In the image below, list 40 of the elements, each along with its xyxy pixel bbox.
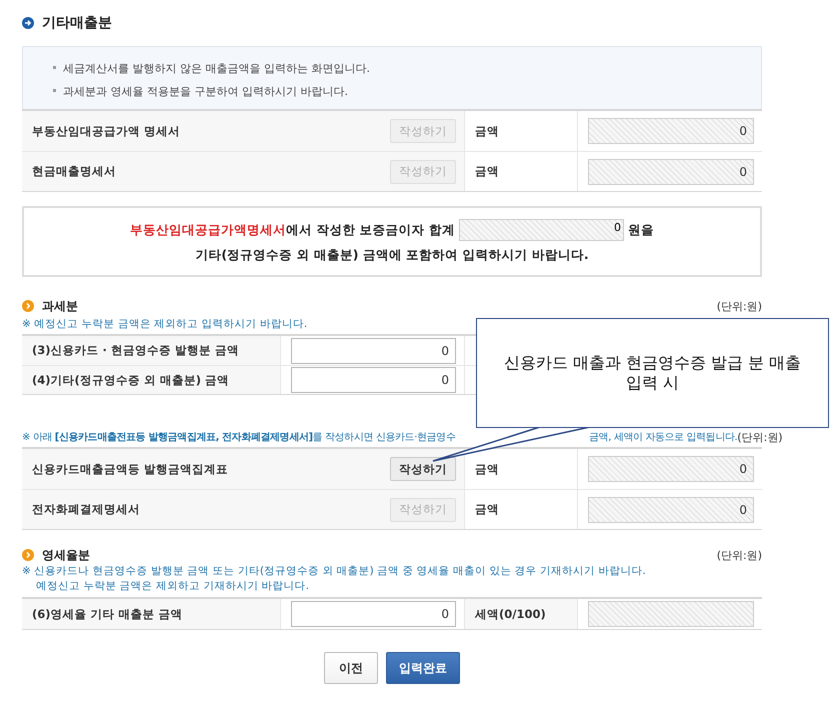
subsection-title: 영세율분 — [42, 546, 90, 564]
amount-label: 금액 — [475, 462, 499, 476]
row-label: (4)기타(정규영수증 외 매출분) 금액 — [32, 372, 230, 388]
unit-label: (단위:원) — [737, 430, 783, 444]
info-text: 과세분과 영세율 적용분을 구분하여 입력하시기 바랍니다. — [53, 84, 761, 99]
amount-label: 금액 — [475, 124, 499, 138]
write-button[interactable]: 작성하기 — [390, 457, 456, 481]
back-button[interactable]: 이전 — [324, 652, 378, 684]
note-text: ※ 예정신고 누락분 금액은 제외하고 입력하시기 바랍니다. — [22, 317, 308, 332]
row-label: 부동산임대공급가액 명세서 — [32, 124, 180, 138]
chevron-circle-icon — [22, 300, 34, 312]
amount-label: 금액 — [475, 502, 499, 517]
note-text: 예정신고 누락분 금액은 제외하고 기재하시기 바랍니다. — [35, 579, 310, 594]
amount-field[interactable]: 0 — [588, 456, 754, 482]
deposit-interest-field[interactable]: 0 — [459, 219, 624, 241]
notice-text: 원을 — [628, 222, 654, 238]
row-label: 현금매출명세서 — [32, 164, 116, 179]
amount-label: 금액 — [475, 164, 499, 179]
row-label: 신용카드매출금액등 발행금액집계표 — [32, 462, 228, 476]
note-text: ※ 아래 [신용카드매출전표등 발행금액집계표, 전자화폐결제명세서]를 작성하시면 신용카드·현금영수 — [22, 430, 456, 444]
info-text: 세금계산서를 발행하지 않은 매출금액을 입력하는 화면입니다. — [53, 61, 761, 76]
row-label: 전자화폐결제명세서 — [32, 502, 140, 517]
notice-text: 부동산임대공급가액명세서에서 작성한 보증금이자 합계 — [130, 222, 456, 238]
section-title: 기타매출분 — [42, 14, 112, 32]
unit-label: (단위:원) — [716, 548, 762, 562]
subsection-title: 과세분 — [42, 298, 78, 314]
tax-label: 세액(0/100) — [475, 606, 546, 622]
row-label: (6)영세율 기타 매출분 금액 — [32, 606, 183, 622]
arrow-circle-icon — [22, 17, 34, 29]
amount-field[interactable]: 0 — [291, 601, 456, 627]
submit-button[interactable]: 입력완료 — [386, 652, 460, 684]
amount-field[interactable]: 0 — [291, 367, 456, 393]
note-text: ※ 신용카드나 현금영수증 발행분 금액 또는 기타(정규영수증 외 매출분) 금액 중 영세율 매출이 있는 경우 기재하시기 바랍니다. — [22, 564, 647, 579]
unit-label: (단위:원) — [716, 298, 762, 314]
row-label: (3)신용카드 · 현금영수증 발행분 금액 — [32, 343, 239, 358]
amount-field[interactable]: 0 — [291, 338, 456, 364]
tax-field[interactable] — [588, 601, 754, 627]
notice-text: 기타(정규영수증 외 매출분) 금액에 포함하여 입력하시기 바랍니다. — [195, 247, 589, 264]
chevron-circle-icon — [22, 549, 34, 561]
note-text: 금액, 세액이 자동으로 입력됩니다. — [589, 430, 738, 444]
